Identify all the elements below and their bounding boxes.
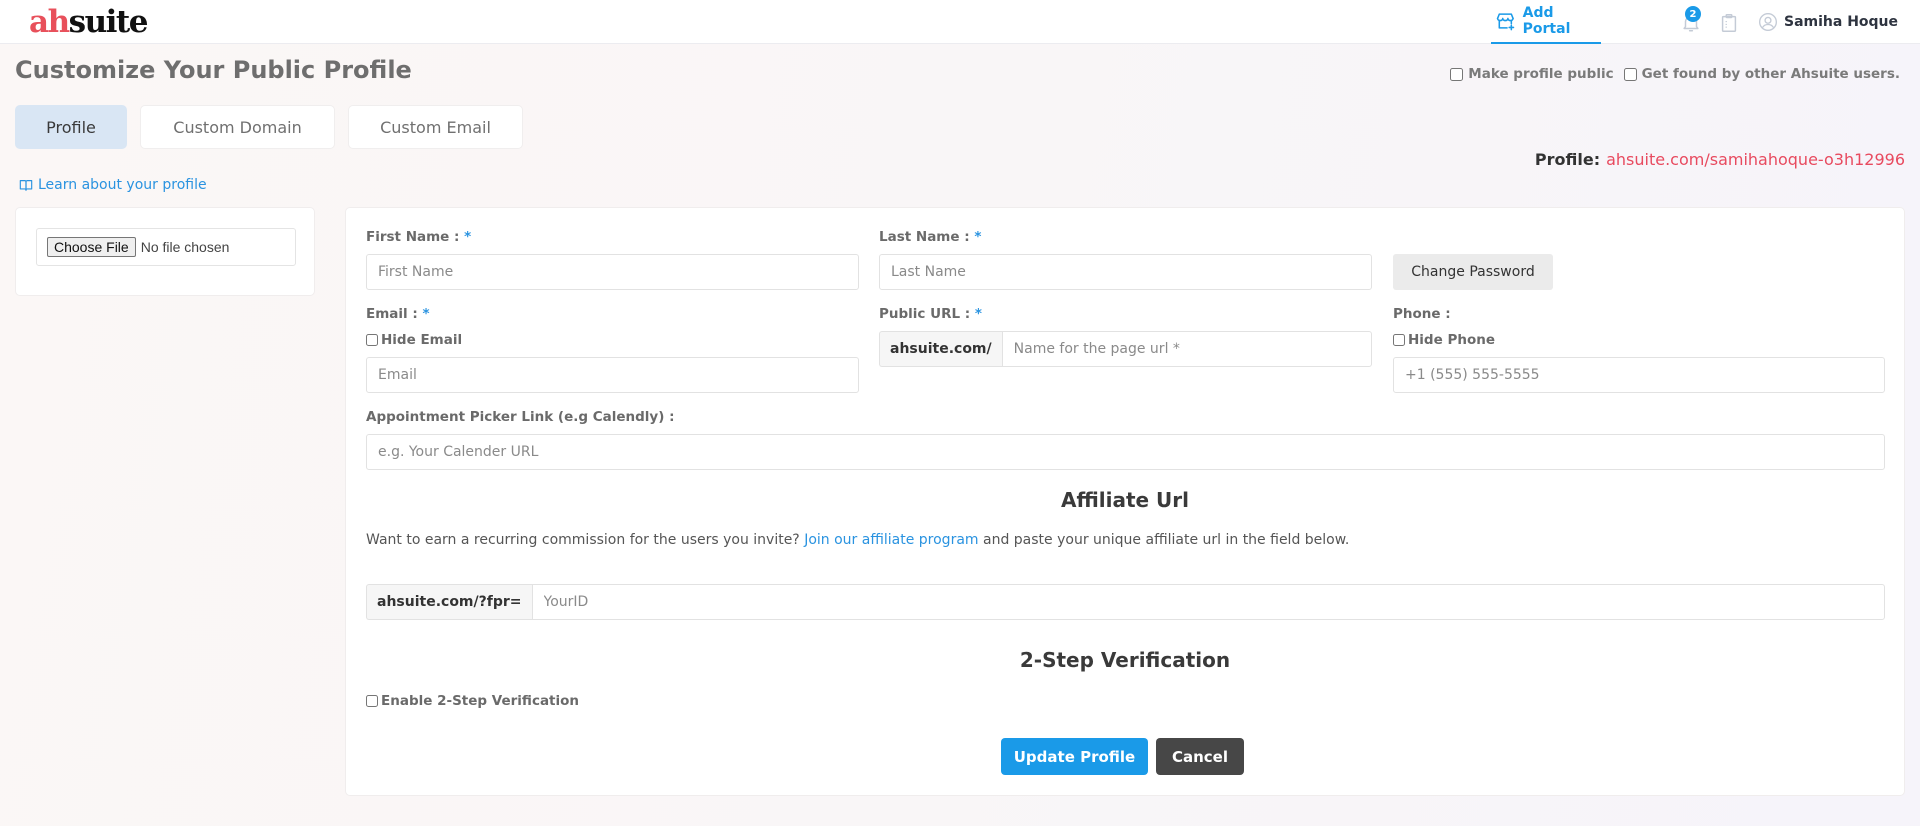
enable-2fa-option[interactable]: Enable 2-Step Verification — [366, 693, 579, 709]
public-url-prefix: ahsuite.com/ — [879, 331, 1002, 367]
hide-phone-checkbox[interactable] — [1393, 334, 1405, 346]
choose-file-button[interactable]: Choose File — [47, 237, 136, 257]
top-header: ahsuite Add Portal 2 Samiha Hoque — [0, 0, 1920, 44]
affiliate-program-link[interactable]: Join our affiliate program — [804, 532, 978, 548]
cancel-button[interactable]: Cancel — [1156, 738, 1244, 775]
appointment-input[interactable] — [366, 434, 1885, 470]
phone-input[interactable] — [1393, 357, 1885, 393]
storefront-add-icon — [1496, 13, 1515, 31]
tab-custom-domain[interactable]: Custom Domain — [140, 105, 335, 149]
make-public-label: Make profile public — [1468, 66, 1614, 82]
profile-url-label: Profile: — [1534, 150, 1601, 169]
ahsuite-logo[interactable]: ahsuite — [29, 2, 149, 42]
get-found-checkbox[interactable] — [1623, 67, 1637, 81]
avatar-upload-card: Choose File No file chosen — [15, 207, 315, 296]
logo-prefix: ah — [29, 4, 70, 40]
last-name-label: Last Name : * — [879, 229, 982, 245]
hide-email-option[interactable]: Hide Email — [366, 332, 462, 348]
profile-url-display: Profile: ahsuite.com/samihahoque-o3h12996 — [1535, 150, 1905, 169]
make-public-checkbox[interactable] — [1450, 67, 1464, 81]
appointment-label: Appointment Picker Link (e.g Calendly) : — [366, 409, 675, 425]
hide-phone-option[interactable]: Hide Phone — [1393, 332, 1495, 348]
affiliate-url-group: ahsuite.com/?fpr= — [366, 584, 1885, 620]
last-name-input[interactable] — [879, 254, 1372, 290]
book-icon — [19, 180, 33, 191]
hide-phone-label: Hide Phone — [1408, 332, 1495, 348]
file-status: No file chosen — [140, 239, 230, 255]
enable-2fa-checkbox[interactable] — [366, 695, 378, 707]
file-input[interactable]: Choose File No file chosen — [36, 228, 296, 266]
user-menu[interactable]: Samiha Hoque — [1758, 0, 1898, 44]
learn-link-text: Learn about your profile — [38, 177, 207, 193]
phone-label: Phone : — [1393, 306, 1451, 322]
public-url-input[interactable] — [1001, 331, 1372, 367]
public-url-label: Public URL : * — [879, 306, 982, 322]
affiliate-title: Affiliate Url — [1060, 488, 1190, 512]
email-input[interactable] — [366, 357, 859, 393]
add-portal-label: Add Portal — [1522, 5, 1571, 37]
tab-custom-email[interactable]: Custom Email — [348, 105, 523, 149]
visibility-options: Make profile public Get found by other A… — [1450, 66, 1900, 82]
add-portal-button[interactable]: Add Portal — [1491, 0, 1601, 44]
learn-about-profile-link[interactable]: Learn about your profile — [19, 177, 207, 193]
user-name: Samiha Hoque — [1784, 14, 1899, 30]
hide-email-checkbox[interactable] — [366, 334, 378, 346]
page-title: Customize Your Public Profile — [15, 56, 412, 84]
profile-form-card: First Name : * Last Name : * Change Pass… — [345, 207, 1905, 796]
change-password-button[interactable]: Change Password — [1393, 254, 1553, 290]
affiliate-id-input[interactable] — [531, 584, 1885, 620]
logo-suffix: suite — [68, 4, 149, 40]
first-name-label: First Name : * — [366, 229, 472, 245]
hide-email-label: Hide Email — [381, 332, 463, 348]
affiliate-url-prefix: ahsuite.com/?fpr= — [366, 584, 532, 620]
make-public-option[interactable]: Make profile public — [1450, 66, 1614, 82]
get-found-option[interactable]: Get found by other Ahsuite users. — [1623, 66, 1900, 82]
get-found-label: Get found by other Ahsuite users. — [1641, 66, 1900, 82]
email-label: Email : * — [366, 306, 430, 322]
user-avatar-icon — [1759, 13, 1777, 31]
notification-badge: 2 — [1685, 6, 1701, 22]
enable-2fa-label: Enable 2-Step Verification — [381, 693, 580, 709]
update-profile-button[interactable]: Update Profile — [1001, 738, 1148, 775]
public-url-group: ahsuite.com/ — [879, 331, 1372, 367]
tab-profile[interactable]: Profile — [15, 105, 127, 149]
affiliate-description: Want to earn a recurring commission for … — [366, 532, 1350, 548]
clipboard-icon[interactable] — [1718, 12, 1740, 34]
profile-url-link[interactable]: ahsuite.com/samihahoque-o3h12996 — [1606, 150, 1905, 169]
first-name-input[interactable] — [366, 254, 859, 290]
two-step-title: 2-Step Verification — [1019, 648, 1231, 672]
